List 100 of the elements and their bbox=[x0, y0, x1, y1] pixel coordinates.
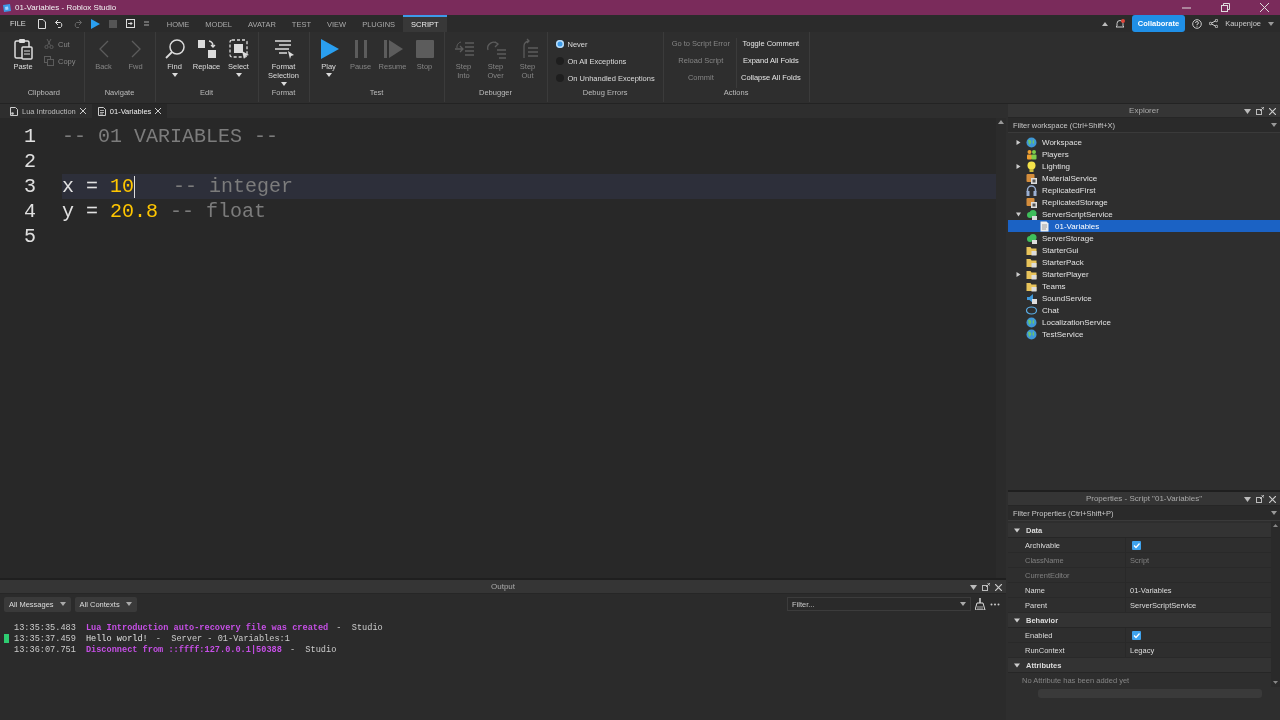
tree-item[interactable]: StarterGui bbox=[1008, 244, 1280, 256]
maximize-icon[interactable] bbox=[1221, 3, 1230, 12]
collapse-arrow-icon[interactable] bbox=[1015, 139, 1021, 145]
new-file-icon[interactable] bbox=[37, 18, 46, 29]
resume-icon bbox=[381, 38, 404, 60]
popout-icon[interactable] bbox=[982, 583, 990, 591]
tree-item[interactable]: Lighting bbox=[1008, 160, 1280, 172]
tree-item[interactable]: MaterialService bbox=[1008, 172, 1280, 184]
code-comment: -- float bbox=[170, 200, 267, 223]
timestamp: 13:35:37.459 bbox=[14, 633, 76, 644]
more-icon[interactable] bbox=[990, 602, 1000, 606]
tree-item[interactable]: ServerStorage bbox=[1008, 232, 1280, 244]
caret-icon bbox=[235, 73, 242, 77]
app-logo-icon bbox=[2, 2, 12, 13]
cloud-icon bbox=[1026, 232, 1037, 244]
chevron-up-icon[interactable] bbox=[998, 120, 1004, 124]
tree-item[interactable]: Players bbox=[1008, 148, 1280, 160]
redo-icon[interactable] bbox=[72, 19, 82, 28]
headphones-icon bbox=[1026, 184, 1037, 196]
tree-item[interactable]: 01-Variables bbox=[1008, 220, 1280, 232]
globe-icon bbox=[1026, 136, 1037, 148]
caret-icon[interactable] bbox=[1014, 662, 1020, 668]
tree-item[interactable]: StarterPlayer bbox=[1008, 268, 1280, 280]
help-icon[interactable] bbox=[1192, 18, 1203, 29]
script-icon bbox=[1039, 220, 1050, 232]
folder-icon bbox=[1026, 244, 1037, 256]
script-icon bbox=[10, 106, 18, 116]
output-message: Hello world! bbox=[85, 633, 148, 644]
tree-item[interactable]: Chat bbox=[1008, 304, 1280, 316]
chevron-down-icon[interactable] bbox=[1273, 681, 1278, 684]
chevron-up-icon[interactable] bbox=[1101, 21, 1108, 26]
close-icon[interactable] bbox=[79, 108, 86, 114]
message-source: - Studio bbox=[289, 644, 337, 655]
message-source: - Studio bbox=[336, 622, 383, 633]
clipboard-icon bbox=[12, 38, 34, 60]
popout-icon[interactable] bbox=[1256, 107, 1264, 115]
caret-icon bbox=[1271, 511, 1277, 515]
collapse-arrow-icon[interactable] bbox=[1015, 163, 1021, 169]
play-icon[interactable] bbox=[90, 18, 100, 29]
text-cursor bbox=[134, 175, 136, 198]
timestamp: 13:35:35.483 bbox=[14, 622, 76, 633]
script-icon bbox=[97, 106, 106, 116]
undo-icon[interactable] bbox=[54, 19, 64, 28]
panel-title: Explorer bbox=[1129, 106, 1159, 115]
speaker-icon bbox=[1026, 292, 1037, 304]
expand-arrow-icon[interactable] bbox=[1015, 211, 1021, 217]
checkbox[interactable] bbox=[1132, 631, 1141, 640]
tree-item[interactable]: ReplicatedFirst bbox=[1008, 184, 1280, 196]
output-message: Disconnect from ::ffff:127.0.0.1|50388 bbox=[85, 644, 282, 655]
close-icon[interactable] bbox=[1269, 495, 1276, 503]
code-text: x = bbox=[62, 175, 98, 198]
line-number: 1 bbox=[23, 124, 37, 149]
broom-icon[interactable] bbox=[975, 598, 986, 610]
caret-icon bbox=[960, 602, 966, 606]
code-comment: -- integer bbox=[173, 175, 294, 198]
check-icon bbox=[1132, 631, 1141, 640]
tree-item[interactable]: ReplicatedStorage bbox=[1008, 196, 1280, 208]
search-icon bbox=[163, 38, 186, 60]
replace-icon bbox=[195, 38, 218, 60]
code-text: 10 bbox=[110, 175, 135, 198]
close-icon[interactable] bbox=[1269, 107, 1276, 115]
share-icon[interactable] bbox=[1209, 19, 1219, 28]
bell-icon[interactable] bbox=[1114, 18, 1125, 29]
tree-item[interactable]: LocalizationService bbox=[1008, 316, 1280, 328]
menu-icon[interactable] bbox=[143, 21, 149, 26]
chevron-up-icon[interactable] bbox=[1273, 524, 1278, 527]
caret-icon bbox=[59, 602, 66, 606]
tree-item[interactable]: Workspace bbox=[1008, 136, 1280, 148]
tree-item[interactable]: TestService bbox=[1008, 328, 1280, 340]
collapse-arrow-icon[interactable] bbox=[1015, 271, 1021, 277]
caret-icon[interactable] bbox=[970, 584, 977, 590]
tree-item[interactable]: Teams bbox=[1008, 280, 1280, 292]
folder-icon bbox=[1026, 268, 1037, 280]
caret-icon bbox=[325, 73, 332, 77]
exit-icon[interactable] bbox=[125, 19, 135, 28]
panel-title: Output bbox=[491, 582, 515, 591]
caret-icon[interactable] bbox=[1014, 527, 1020, 533]
people-icon bbox=[1026, 148, 1037, 160]
checkbox[interactable] bbox=[1132, 541, 1141, 550]
caret-icon bbox=[280, 82, 287, 86]
message-source: - Server - 01-Variables:1 bbox=[155, 633, 290, 644]
caret-icon[interactable] bbox=[1244, 496, 1251, 502]
tree-item[interactable]: StarterPack bbox=[1008, 256, 1280, 268]
package-icon bbox=[1026, 172, 1037, 184]
package-icon bbox=[1026, 196, 1037, 208]
popout-icon[interactable] bbox=[1256, 495, 1264, 503]
tree-item[interactable]: ServerScriptService bbox=[1008, 208, 1280, 220]
caret-icon[interactable] bbox=[1244, 108, 1251, 114]
step-over-icon bbox=[484, 38, 507, 60]
close-icon[interactable] bbox=[155, 108, 162, 114]
caret-icon bbox=[1268, 21, 1274, 26]
caret-icon[interactable] bbox=[1014, 617, 1020, 623]
line-number: 2 bbox=[23, 149, 37, 174]
folder-icon bbox=[1026, 280, 1037, 292]
close-icon[interactable] bbox=[995, 583, 1002, 591]
tree-item[interactable]: SoundService bbox=[1008, 292, 1280, 304]
close-icon[interactable] bbox=[1260, 3, 1269, 12]
timestamp: 13:36:07.751 bbox=[14, 644, 76, 655]
globe-icon bbox=[1026, 316, 1037, 328]
radio-button[interactable] bbox=[555, 40, 564, 48]
